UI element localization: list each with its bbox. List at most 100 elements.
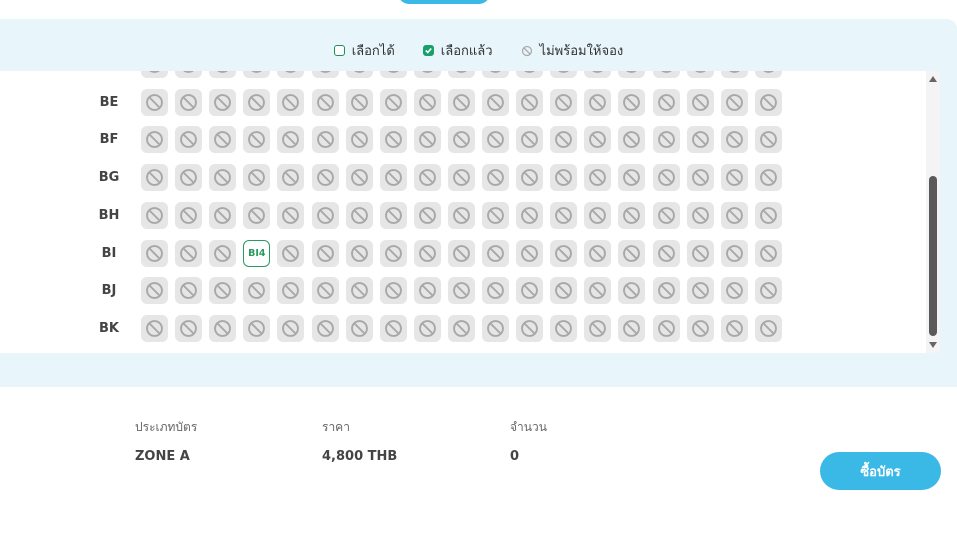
unavailable-seat-icon bbox=[413, 88, 441, 116]
unavailable-seat-icon bbox=[754, 239, 782, 267]
unavailable-seat-icon bbox=[209, 126, 237, 154]
scrollbar-thumb[interactable] bbox=[929, 176, 937, 336]
unavailable-seat-icon bbox=[243, 164, 271, 192]
unavailable-seat-icon bbox=[175, 164, 203, 192]
seat-row: BD bbox=[0, 71, 940, 81]
seat-row: BE bbox=[0, 88, 940, 119]
unavailable-seat-icon bbox=[243, 314, 271, 342]
unavailable-seat-icon bbox=[584, 164, 612, 192]
unavailable-seat-icon bbox=[447, 314, 475, 342]
unavailable-seat-icon bbox=[618, 71, 646, 78]
unavailable-seat-icon bbox=[209, 71, 237, 78]
unavailable-seat-icon bbox=[754, 88, 782, 116]
scroll-up-icon[interactable] bbox=[929, 76, 937, 82]
unavailable-seat-icon bbox=[141, 71, 168, 78]
unavailable-seat-icon bbox=[584, 314, 612, 342]
legend-unavailable-label: ไม่พร้อมให้จอง bbox=[539, 44, 624, 59]
legend-available-label: เลือกได้ bbox=[351, 44, 395, 59]
ticket-quantity-value: 0 bbox=[510, 449, 520, 464]
unavailable-seat-icon bbox=[311, 164, 339, 192]
unavailable-seat-icon bbox=[379, 88, 407, 116]
unavailable-seat-icon bbox=[379, 126, 407, 154]
unavailable-seat-icon bbox=[311, 88, 339, 116]
seat-row: BF bbox=[0, 126, 940, 156]
unavailable-seat-icon bbox=[652, 277, 680, 305]
unavailable-seat-icon bbox=[243, 126, 271, 154]
unavailable-seat-icon bbox=[277, 314, 305, 342]
seat-grid: BD BE BF BG BH BI BI4 BJ BK bbox=[0, 71, 940, 353]
unavailable-seat-icon bbox=[550, 201, 578, 229]
buy-ticket-button[interactable]: ซื้อบัตร bbox=[820, 452, 941, 490]
unavailable-seat-icon bbox=[413, 239, 441, 267]
unavailable-seat-icon bbox=[243, 88, 271, 116]
ticket-type: ประเภทบัตร ZONE A bbox=[135, 418, 197, 464]
vertical-scrollbar[interactable] bbox=[926, 71, 940, 353]
unavailable-icon bbox=[521, 45, 533, 57]
unavailable-seat-icon bbox=[345, 277, 373, 305]
ticket-quantity-label: จำนวน bbox=[510, 420, 547, 434]
unavailable-seat-icon bbox=[175, 277, 203, 305]
unavailable-seat-icon bbox=[379, 71, 407, 78]
seat-legend: เลือกได้ เลือกแล้ว ไม่พร้อมให้จอง bbox=[0, 40, 957, 61]
unavailable-seat-icon bbox=[413, 126, 441, 154]
row-label: BE bbox=[99, 94, 119, 110]
unavailable-seat-icon bbox=[447, 277, 475, 305]
unavailable-seat-icon bbox=[720, 277, 748, 305]
unavailable-seat-icon bbox=[720, 88, 748, 116]
unavailable-seat-icon bbox=[652, 88, 680, 116]
unavailable-seat-icon bbox=[720, 239, 748, 267]
unavailable-seat-icon bbox=[584, 239, 612, 267]
unavailable-seat-icon bbox=[447, 164, 475, 192]
unavailable-seat-icon bbox=[311, 126, 339, 154]
unavailable-seat-icon bbox=[277, 126, 305, 154]
unavailable-seat-icon bbox=[345, 201, 373, 229]
row-label: BH bbox=[98, 207, 120, 223]
unavailable-seat-icon bbox=[482, 239, 509, 267]
unavailable-seat-icon bbox=[754, 277, 782, 305]
unavailable-seat-icon bbox=[686, 277, 714, 305]
unavailable-seat-icon bbox=[345, 88, 373, 116]
unavailable-seat-icon bbox=[277, 201, 305, 229]
unavailable-seat-icon bbox=[141, 88, 168, 116]
seat-row: BH bbox=[0, 201, 940, 232]
legend-selected-label: เลือกแล้ว bbox=[440, 44, 493, 59]
unavailable-seat-icon bbox=[516, 71, 544, 78]
unavailable-seat-icon bbox=[652, 126, 680, 154]
ticket-price-label: ราคา bbox=[322, 420, 350, 434]
unavailable-seat-icon bbox=[516, 164, 544, 192]
unavailable-seat-icon bbox=[447, 71, 475, 78]
unavailable-seat-icon bbox=[379, 201, 407, 229]
unavailable-seat-icon bbox=[311, 314, 339, 342]
unavailable-seat-icon bbox=[311, 277, 339, 305]
unavailable-seat-icon bbox=[720, 71, 748, 78]
unavailable-seat-icon bbox=[516, 239, 544, 267]
unavailable-seat-icon bbox=[413, 164, 441, 192]
unavailable-seat-icon bbox=[720, 201, 748, 229]
unavailable-seat-icon bbox=[550, 239, 578, 267]
available-seat-icon bbox=[333, 45, 345, 56]
unavailable-seat-icon bbox=[413, 71, 441, 78]
unavailable-seat-icon bbox=[516, 201, 544, 229]
unavailable-seat-icon bbox=[277, 164, 305, 192]
unavailable-seat-icon bbox=[584, 71, 612, 78]
unavailable-seat-icon bbox=[141, 239, 168, 267]
unavailable-seat-icon bbox=[413, 277, 441, 305]
available-seat[interactable]: BI4 bbox=[243, 239, 271, 267]
unavailable-seat-icon bbox=[584, 88, 612, 116]
scroll-down-icon[interactable] bbox=[929, 342, 937, 348]
ticket-price-value: 4,800 THB bbox=[322, 449, 398, 464]
unavailable-seat-icon bbox=[618, 201, 646, 229]
unavailable-seat-icon bbox=[311, 71, 339, 78]
checkbox-checked-icon bbox=[422, 45, 434, 56]
legend-available: เลือกได้ bbox=[333, 40, 395, 61]
unavailable-seat-icon bbox=[482, 88, 509, 116]
unavailable-seat-icon bbox=[482, 277, 509, 305]
unavailable-seat-icon bbox=[482, 314, 509, 342]
seat-row: BJ bbox=[0, 277, 940, 307]
row-label: BG bbox=[98, 170, 120, 186]
unavailable-seat-icon bbox=[550, 314, 578, 342]
top-button[interactable] bbox=[398, 0, 490, 4]
unavailable-seat-icon bbox=[345, 164, 373, 192]
unavailable-seat-icon bbox=[141, 314, 168, 342]
unavailable-seat-icon bbox=[141, 126, 168, 154]
